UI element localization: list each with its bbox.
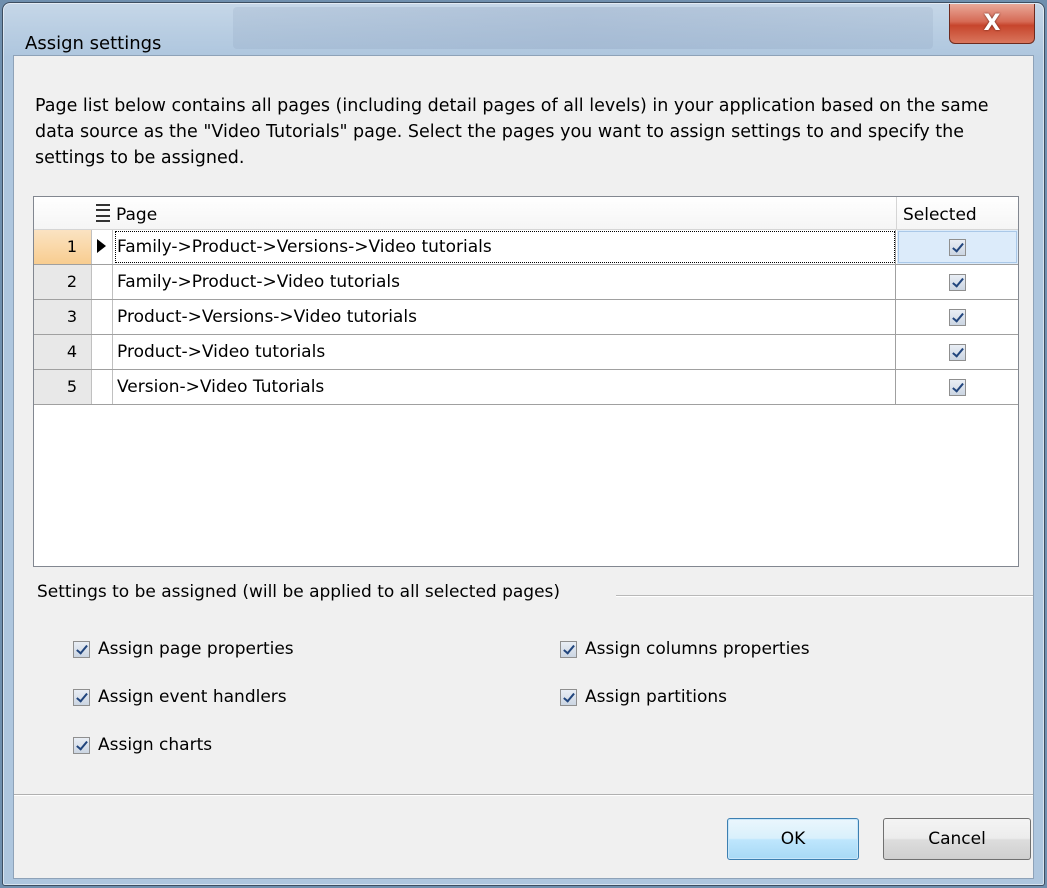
- assign-partitions-label: Assign partitions: [585, 687, 728, 707]
- row-indicator: [93, 265, 113, 299]
- pages-grid: Page Selected 1 Family->Product->Version…: [33, 196, 1019, 567]
- row-indicator: [93, 370, 113, 404]
- assign-columns-properties-checkbox[interactable]: [560, 640, 577, 658]
- assign-charts-label: Assign charts: [98, 735, 213, 755]
- table-row[interactable]: 1 Family->Product->Versions->Video tutor…: [34, 230, 1018, 265]
- row-indicator: [93, 230, 113, 264]
- ok-button[interactable]: OK: [727, 818, 859, 860]
- selected-checkbox[interactable]: [949, 308, 966, 326]
- assign-columns-properties-option[interactable]: Assign columns properties: [560, 639, 810, 659]
- assign-page-properties-option[interactable]: Assign page properties: [73, 639, 294, 659]
- current-row-arrow-icon: [97, 239, 106, 253]
- assign-event-handlers-label: Assign event handlers: [98, 687, 287, 707]
- table-row[interactable]: 4 Product->Video tutorials: [34, 335, 1018, 370]
- group-divider: [616, 595, 1033, 596]
- background-window-blur: [233, 7, 933, 49]
- row-indicator: [93, 335, 113, 369]
- assign-event-handlers-checkbox[interactable]: [73, 688, 90, 706]
- column-header-selected[interactable]: Selected: [896, 197, 1018, 230]
- selected-cell[interactable]: [897, 370, 1018, 404]
- assign-page-properties-label: Assign page properties: [98, 639, 294, 659]
- row-number: 5: [34, 370, 92, 404]
- row-indicator: [93, 300, 113, 334]
- selected-cell[interactable]: [897, 265, 1018, 299]
- row-number: 3: [34, 300, 92, 334]
- assign-partitions-checkbox[interactable]: [560, 688, 577, 706]
- assign-settings-dialog: Assign settings X Page list below contai…: [2, 2, 1045, 886]
- assign-event-handlers-option[interactable]: Assign event handlers: [73, 687, 287, 707]
- table-row[interactable]: 3 Product->Versions->Video tutorials: [34, 300, 1018, 335]
- page-cell[interactable]: Family->Product->Video tutorials: [114, 265, 896, 299]
- row-number: 1: [34, 230, 92, 264]
- selected-checkbox[interactable]: [949, 343, 966, 361]
- assign-columns-properties-label: Assign columns properties: [585, 639, 810, 659]
- settings-group-label: Settings to be assigned (will be applied…: [37, 582, 561, 602]
- page-cell[interactable]: Version->Video Tutorials: [114, 370, 896, 404]
- assign-partitions-option[interactable]: Assign partitions: [560, 687, 727, 707]
- selected-cell[interactable]: [897, 300, 1018, 334]
- column-header-page[interactable]: Page: [116, 205, 157, 225]
- selected-cell[interactable]: [897, 230, 1018, 264]
- assign-page-properties-checkbox[interactable]: [73, 640, 90, 658]
- assign-charts-option[interactable]: Assign charts: [73, 735, 212, 755]
- dialog-client-area: Page list below contains all pages (incl…: [13, 55, 1034, 879]
- close-icon: X: [983, 11, 1001, 36]
- close-button[interactable]: X: [949, 4, 1035, 44]
- title-bar[interactable]: Assign settings X: [3, 3, 1044, 55]
- footer-separator: [14, 794, 1033, 795]
- row-number: 2: [34, 265, 92, 299]
- grid-header: Page Selected: [34, 197, 1018, 230]
- page-cell[interactable]: Product->Video tutorials: [114, 335, 896, 369]
- table-row[interactable]: 5 Version->Video Tutorials: [34, 370, 1018, 405]
- selected-cell[interactable]: [897, 335, 1018, 369]
- intro-text: Page list below contains all pages (incl…: [35, 96, 989, 168]
- dialog-title: Assign settings: [25, 33, 162, 54]
- page-cell[interactable]: Family->Product->Versions->Video tutoria…: [114, 230, 896, 264]
- page-cell[interactable]: Product->Versions->Video tutorials: [114, 300, 896, 334]
- column-chooser-icon[interactable]: [96, 204, 110, 222]
- assign-charts-checkbox[interactable]: [73, 736, 90, 754]
- selected-checkbox[interactable]: [949, 273, 966, 291]
- selected-checkbox[interactable]: [949, 378, 966, 396]
- row-number: 4: [34, 335, 92, 369]
- selected-checkbox[interactable]: [949, 238, 966, 256]
- table-row[interactable]: 2 Family->Product->Video tutorials: [34, 265, 1018, 300]
- cancel-button[interactable]: Cancel: [883, 818, 1031, 860]
